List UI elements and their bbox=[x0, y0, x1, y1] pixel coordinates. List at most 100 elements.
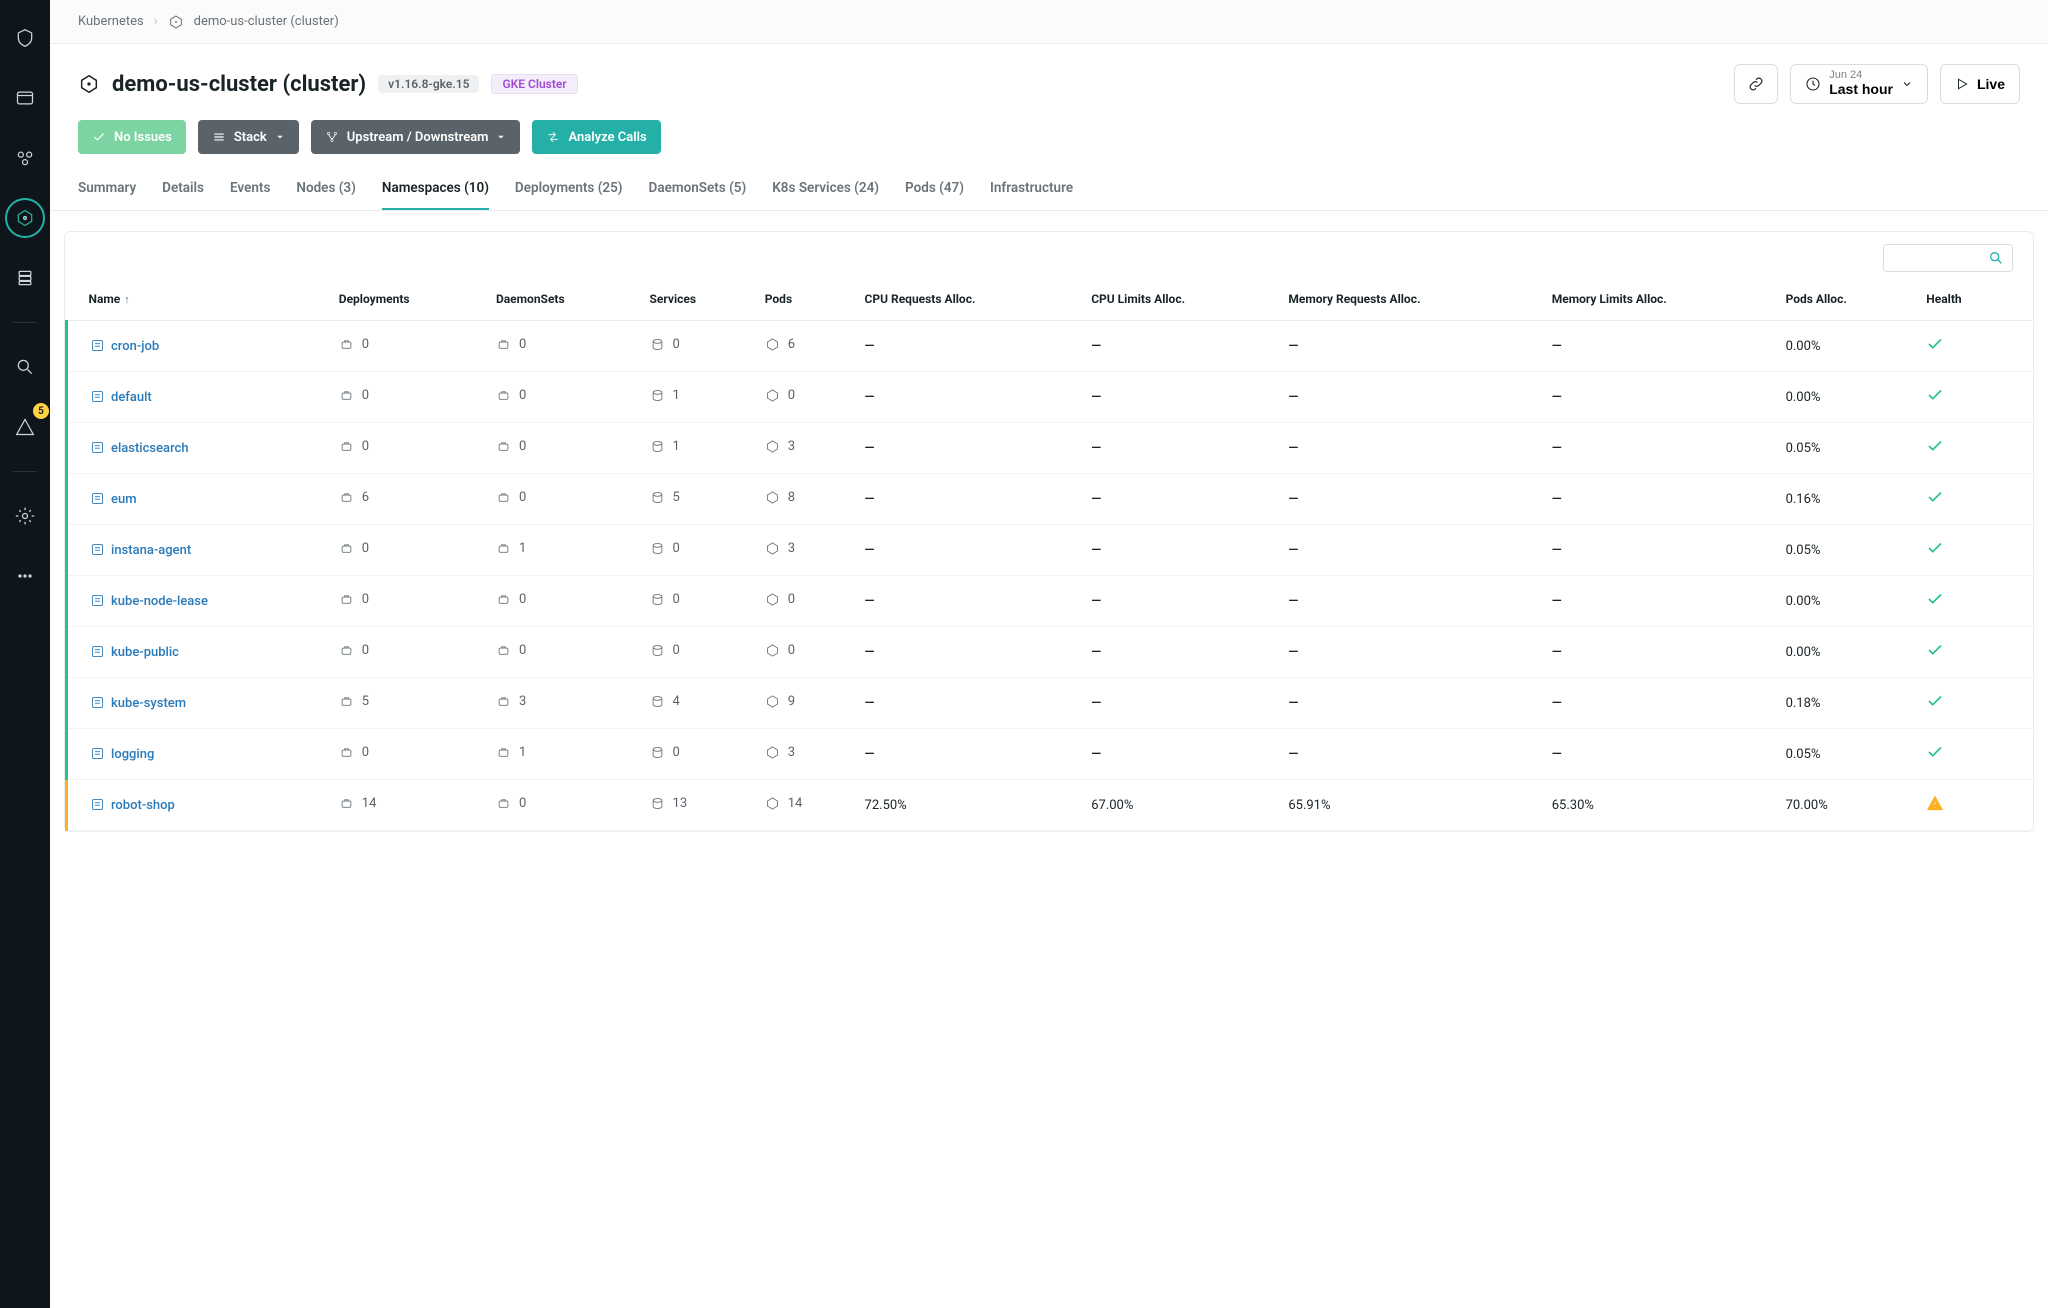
cell-name: logging bbox=[67, 729, 329, 780]
namespace-link[interactable]: cron-job bbox=[111, 339, 159, 354]
cell-deployments: 0 bbox=[329, 423, 486, 474]
namespace-link[interactable]: kube-system bbox=[111, 696, 186, 711]
no-issues-button[interactable]: No Issues bbox=[78, 120, 186, 154]
table-row[interactable]: cron-job0006————0.00% bbox=[67, 321, 2034, 372]
rail-item-analyze[interactable] bbox=[5, 347, 45, 387]
analyze-calls-button[interactable]: Analyze Calls bbox=[532, 120, 660, 154]
cell-pods: 6 bbox=[755, 321, 855, 372]
cell-deployments: 0 bbox=[329, 372, 486, 423]
rail-item-applications[interactable] bbox=[5, 138, 45, 178]
cell-health bbox=[1916, 372, 2033, 423]
cell-health bbox=[1916, 474, 2033, 525]
namespace-link[interactable]: kube-public bbox=[111, 645, 179, 660]
table-search-input[interactable] bbox=[1883, 244, 2013, 272]
cell-health bbox=[1916, 423, 2033, 474]
cell-pods: 14 bbox=[755, 780, 855, 831]
cell-cpu-lim: — bbox=[1081, 525, 1278, 576]
upstream-downstream-button[interactable]: Upstream / Downstream bbox=[311, 120, 521, 154]
cell-cpu-req: — bbox=[855, 576, 1082, 627]
rail-item-events[interactable]: 5 bbox=[5, 407, 45, 447]
cell-mem-lim: — bbox=[1542, 525, 1776, 576]
table-row[interactable]: eum6058————0.16% bbox=[67, 474, 2034, 525]
col-pods[interactable]: Pods bbox=[755, 278, 855, 321]
cell-cpu-req: 72.50% bbox=[855, 780, 1082, 831]
col-daemonsets[interactable]: DaemonSets bbox=[486, 278, 640, 321]
tab-deployments-25-[interactable]: Deployments (25) bbox=[515, 170, 623, 210]
cell-pods: 0 bbox=[755, 627, 855, 678]
namespace-link[interactable]: logging bbox=[111, 747, 154, 762]
cell-daemonsets: 3 bbox=[486, 678, 640, 729]
namespace-link[interactable]: instana-agent bbox=[111, 543, 191, 558]
table-row[interactable]: default0010————0.00% bbox=[67, 372, 2034, 423]
tab-details[interactable]: Details bbox=[162, 170, 204, 210]
col-health[interactable]: Health bbox=[1916, 278, 2033, 321]
cell-daemonsets: 0 bbox=[486, 780, 640, 831]
live-label: Live bbox=[1977, 76, 2005, 92]
rail-item-settings[interactable] bbox=[5, 496, 45, 536]
cell-cpu-lim: — bbox=[1081, 474, 1278, 525]
cell-mem-lim: 65.30% bbox=[1542, 780, 1776, 831]
cell-name: default bbox=[67, 372, 329, 423]
rail-item-kubernetes[interactable] bbox=[5, 198, 45, 238]
namespace-link[interactable]: elasticsearch bbox=[111, 441, 189, 456]
col-deployments[interactable]: Deployments bbox=[329, 278, 486, 321]
table-row[interactable]: kube-node-lease0000————0.00% bbox=[67, 576, 2034, 627]
stack-button[interactable]: Stack bbox=[198, 120, 299, 154]
time-range-date: Jun 24 bbox=[1829, 70, 1893, 81]
cell-pods: 9 bbox=[755, 678, 855, 729]
table-row[interactable]: kube-public0000————0.00% bbox=[67, 627, 2034, 678]
rail-alert-badge: 5 bbox=[33, 403, 49, 419]
rail-item-infrastructure[interactable] bbox=[5, 258, 45, 298]
namespace-link[interactable]: robot-shop bbox=[111, 798, 175, 813]
time-range-button[interactable]: Jun 24 Last hour bbox=[1790, 64, 1928, 104]
cell-pods-alloc: 0.00% bbox=[1776, 321, 1917, 372]
breadcrumb: Kubernetes › demo-us-cluster (cluster) bbox=[50, 0, 2048, 44]
cell-mem-lim: — bbox=[1542, 423, 1776, 474]
tab-namespaces-10-[interactable]: Namespaces (10) bbox=[382, 170, 489, 210]
tabs: Summary Details Events Nodes (3) Namespaces … bbox=[50, 170, 2048, 211]
cell-pods-alloc: 0.18% bbox=[1776, 678, 1917, 729]
col-mem-lim[interactable]: Memory Limits Alloc. bbox=[1542, 278, 1776, 321]
table-row[interactable]: robot-shop140131472.50%67.00%65.91%65.30… bbox=[67, 780, 2034, 831]
cell-services: 1 bbox=[640, 372, 755, 423]
table-row[interactable]: kube-system5349————0.18% bbox=[67, 678, 2034, 729]
tab-k8s-services-24-[interactable]: K8s Services (24) bbox=[772, 170, 879, 210]
cell-cpu-req: — bbox=[855, 321, 1082, 372]
rail-item-websites[interactable] bbox=[5, 78, 45, 118]
cell-cpu-lim: 67.00% bbox=[1081, 780, 1278, 831]
cell-services: 5 bbox=[640, 474, 755, 525]
tab-pods-47-[interactable]: Pods (47) bbox=[905, 170, 964, 210]
namespace-link[interactable]: eum bbox=[111, 492, 137, 507]
share-link-button[interactable] bbox=[1734, 64, 1778, 104]
side-rail: 5 bbox=[0, 0, 50, 1308]
cell-health bbox=[1916, 525, 2033, 576]
col-cpu-lim[interactable]: CPU Limits Alloc. bbox=[1081, 278, 1278, 321]
tab-summary[interactable]: Summary bbox=[78, 170, 136, 210]
rail-item-more[interactable] bbox=[5, 556, 45, 596]
col-services[interactable]: Services bbox=[640, 278, 755, 321]
namespace-link[interactable]: kube-node-lease bbox=[111, 594, 208, 609]
rail-logo[interactable] bbox=[5, 18, 45, 58]
col-name[interactable]: Name↑ bbox=[67, 278, 329, 321]
title-row: demo-us-cluster (cluster) v1.16.8-gke.15… bbox=[50, 44, 2048, 120]
cell-pods: 3 bbox=[755, 423, 855, 474]
cell-services: 0 bbox=[640, 729, 755, 780]
col-cpu-req[interactable]: CPU Requests Alloc. bbox=[855, 278, 1082, 321]
tab-nodes-3-[interactable]: Nodes (3) bbox=[296, 170, 356, 210]
col-pods-alloc[interactable]: Pods Alloc. bbox=[1776, 278, 1917, 321]
tab-daemonsets-5-[interactable]: DaemonSets (5) bbox=[649, 170, 747, 210]
cell-name: kube-node-lease bbox=[67, 576, 329, 627]
table-row[interactable]: logging0103————0.05% bbox=[67, 729, 2034, 780]
cell-deployments: 6 bbox=[329, 474, 486, 525]
table-row[interactable]: instana-agent0103————0.05% bbox=[67, 525, 2034, 576]
table-row[interactable]: elasticsearch0013————0.05% bbox=[67, 423, 2034, 474]
col-mem-req[interactable]: Memory Requests Alloc. bbox=[1278, 278, 1541, 321]
cell-deployments: 14 bbox=[329, 780, 486, 831]
breadcrumb-root[interactable]: Kubernetes bbox=[78, 14, 144, 29]
tab-events[interactable]: Events bbox=[230, 170, 270, 210]
tab-infrastructure[interactable]: Infrastructure bbox=[990, 170, 1073, 210]
live-button[interactable]: Live bbox=[1940, 64, 2020, 104]
cell-services: 0 bbox=[640, 525, 755, 576]
namespace-link[interactable]: default bbox=[111, 390, 152, 405]
cell-mem-lim: — bbox=[1542, 729, 1776, 780]
